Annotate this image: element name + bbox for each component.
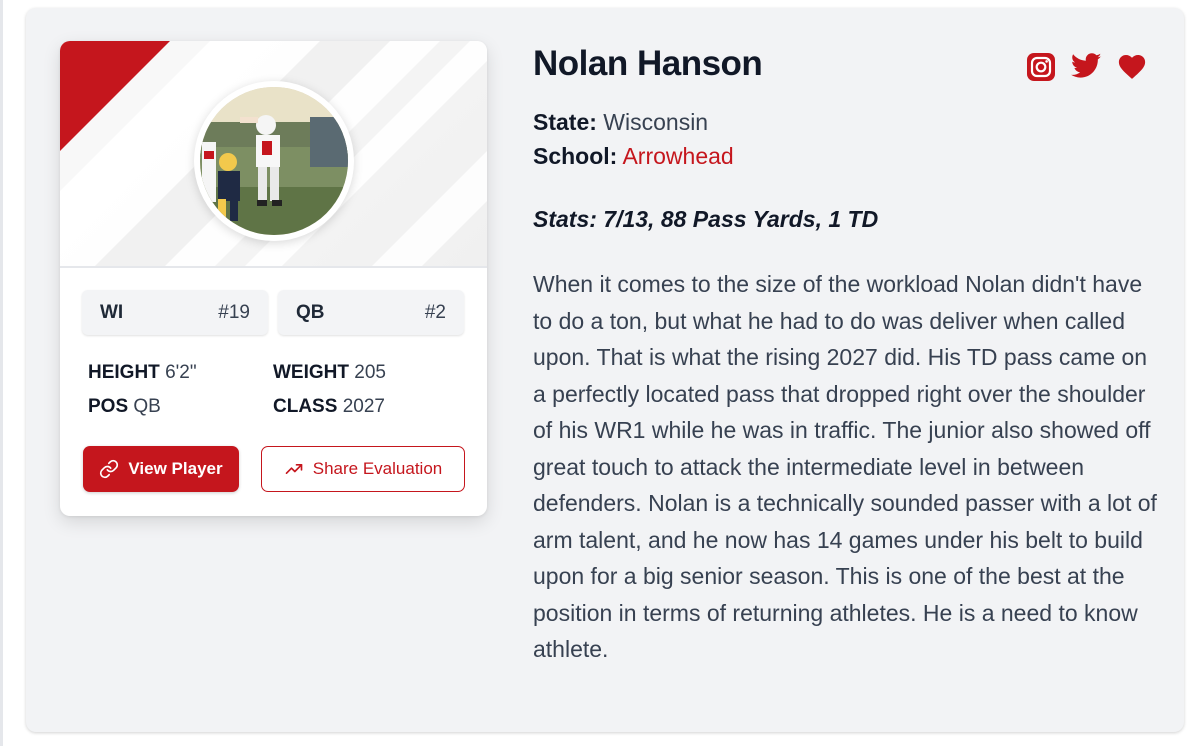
instagram-icon[interactable] <box>1026 52 1056 87</box>
player-card: WI #19 QB #2 HEIGHT 6'2" WEIGHT 205 POS … <box>60 41 487 516</box>
pos-label: POS <box>88 396 129 417</box>
player-photo <box>200 87 348 235</box>
chip-position-rank: #2 <box>424 302 446 323</box>
position-attribute: POS QB <box>88 396 161 418</box>
evaluation-text: When it comes to the size of the workloa… <box>533 271 1157 662</box>
weight-value: 205 <box>354 362 386 383</box>
weight-label: WEIGHT <box>273 362 349 383</box>
position-chip: QB #2 <box>278 290 464 335</box>
height-attribute: HEIGHT 6'2" <box>88 362 197 384</box>
stats-line: Stats: 7/13, 88 Pass Yards, 1 TD <box>533 206 879 232</box>
state-line: State: Wisconsin <box>533 109 708 136</box>
weight-attribute: WEIGHT 205 <box>273 362 386 384</box>
share-evaluation-button[interactable]: Share Evaluation <box>261 446 465 492</box>
twitter-icon[interactable] <box>1070 52 1102 85</box>
page-left-border <box>0 0 3 746</box>
class-value: 2027 <box>342 396 385 417</box>
card-hero <box>60 41 487 268</box>
school-label: School: <box>533 143 618 169</box>
chip-row: WI #19 QB #2 <box>82 290 465 336</box>
school-line: School: Arrowhead <box>533 143 734 170</box>
school-link[interactable]: Arrowhead <box>622 143 733 169</box>
link-icon <box>100 459 119 479</box>
class-attribute: CLASS 2027 <box>273 396 385 418</box>
state-value: Wisconsin <box>603 109 709 135</box>
view-player-label: View Player <box>128 459 223 478</box>
trending-up-icon <box>285 464 303 474</box>
state-label: State: <box>533 109 597 135</box>
chip-position-label: QB <box>296 302 325 323</box>
heart-icon[interactable] <box>1117 52 1147 85</box>
view-player-button[interactable]: View Player <box>83 446 239 492</box>
pos-value: QB <box>133 396 161 417</box>
avatar-frame <box>194 81 354 241</box>
state-chip: WI #19 <box>82 290 268 335</box>
height-value: 6'2" <box>165 362 197 383</box>
class-label: CLASS <box>273 396 338 417</box>
player-name: Nolan Hanson <box>533 44 763 83</box>
height-label: HEIGHT <box>88 362 160 383</box>
chip-state-rank: #19 <box>218 302 250 323</box>
share-evaluation-label: Share Evaluation <box>312 459 443 478</box>
chip-state-label: WI <box>100 302 124 323</box>
